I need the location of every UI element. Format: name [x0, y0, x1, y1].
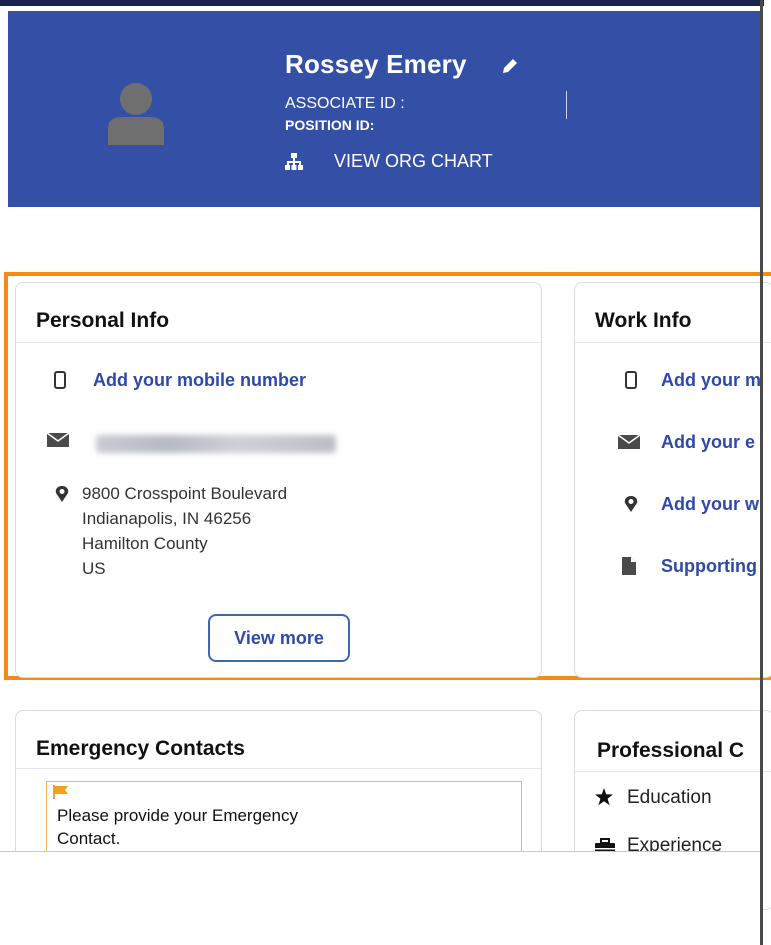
- work-add-mobile-link[interactable]: Add your m: [661, 370, 761, 391]
- address-line: Hamilton County: [82, 534, 208, 553]
- work-add-email-link[interactable]: Add your e: [661, 432, 755, 453]
- viewport-cutoff-line: [0, 851, 760, 852]
- avatar-icon: [108, 83, 164, 145]
- employee-name: Rossey Emery: [285, 49, 467, 79]
- address-line: US: [82, 559, 106, 578]
- location-pin-icon: [55, 486, 69, 502]
- address-line: Indianapolis, IN 46256: [82, 509, 252, 528]
- work-add-location-link[interactable]: Add your w: [661, 494, 759, 515]
- work-info-title: Work Info: [595, 309, 692, 332]
- personal-info-title: Personal Info: [36, 309, 170, 332]
- view-org-chart-link[interactable]: VIEW ORG CHART: [334, 151, 493, 172]
- star-icon: [595, 788, 613, 806]
- position-id-label: POSITION ID:: [285, 117, 375, 133]
- supporting-documents-link[interactable]: Supporting: [661, 556, 757, 577]
- card-divider: [575, 771, 771, 772]
- envelope-icon: [46, 432, 70, 447]
- address-block: 9800 Crosspoint Boulevard Indianapolis, …: [82, 481, 287, 581]
- add-mobile-number-link[interactable]: Add your mobile number: [93, 370, 306, 391]
- emergency-contact-notice: Please provide your Emergency Contact.: [46, 781, 522, 861]
- personal-info-card: Personal Info Add your mobile number 980…: [15, 282, 542, 678]
- envelope-icon: [617, 434, 641, 449]
- top-bar: [0, 0, 764, 6]
- work-info-card: Work Info Add your m Add your e Add your…: [574, 282, 771, 678]
- flag-icon: [53, 785, 68, 799]
- profile-header: Rossey Emery ASSOCIATE ID : POSITION ID:…: [8, 11, 763, 207]
- mobile-phone-icon: [625, 371, 637, 389]
- header-divider: [566, 91, 567, 119]
- email-address-redacted: [96, 435, 336, 453]
- blank-area: [0, 852, 760, 945]
- associate-id-label: ASSOCIATE ID :: [285, 95, 405, 112]
- card-divider: [575, 342, 771, 343]
- card-divider: [16, 342, 541, 343]
- emergency-contacts-title: Emergency Contacts: [36, 737, 245, 760]
- edit-pencil-icon[interactable]: [500, 56, 520, 76]
- card-divider: [16, 768, 541, 769]
- notice-text: Please provide your Emergency Contact.: [57, 806, 298, 848]
- org-chart-icon[interactable]: [285, 153, 303, 171]
- location-pin-icon: [624, 496, 638, 512]
- mobile-phone-icon: [54, 371, 66, 389]
- window-right-edge: [760, 0, 763, 945]
- professional-title: Professional C: [597, 739, 745, 762]
- document-icon: [622, 557, 636, 575]
- view-more-button[interactable]: View more: [208, 614, 350, 662]
- education-item[interactable]: Education: [627, 787, 712, 809]
- address-line: 9800 Crosspoint Boulevard: [82, 484, 288, 503]
